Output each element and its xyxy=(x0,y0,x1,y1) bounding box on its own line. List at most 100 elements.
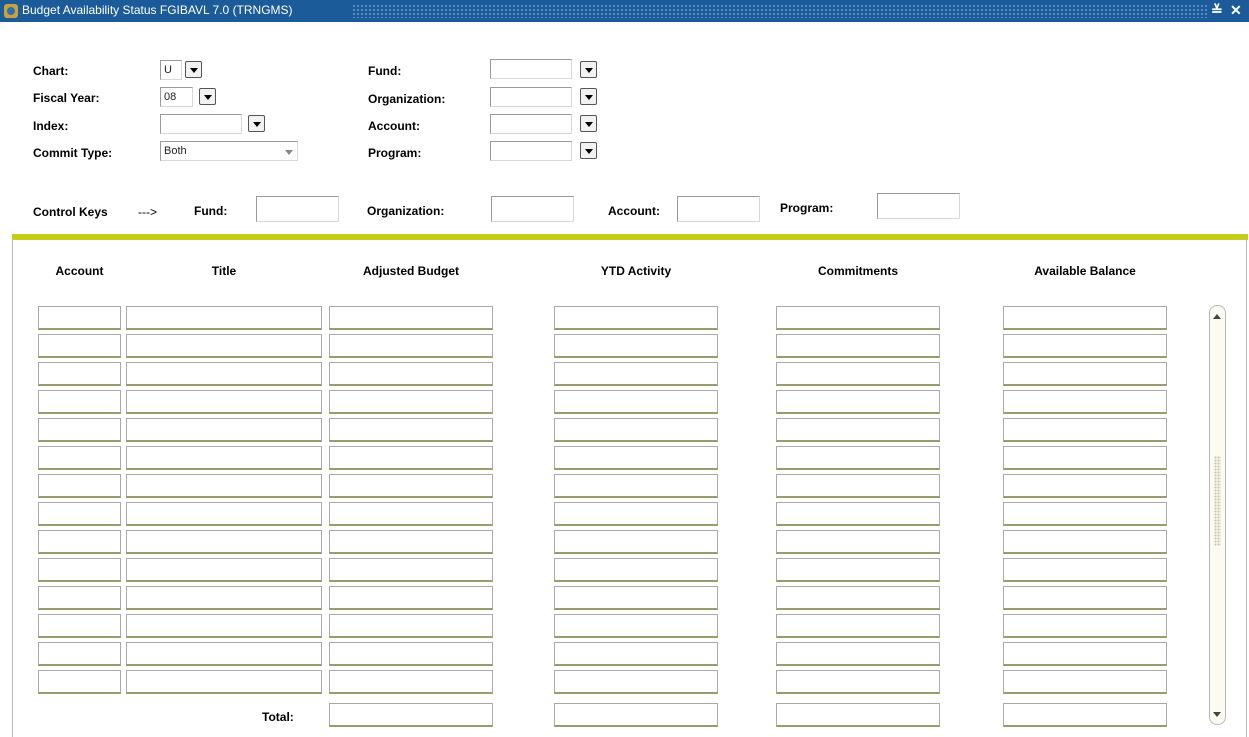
table-cell-available-balance[interactable] xyxy=(1003,586,1167,610)
index-dropdown-icon[interactable] xyxy=(248,115,265,132)
table-cell-title[interactable] xyxy=(126,670,322,694)
table-cell-title[interactable] xyxy=(126,474,322,498)
table-cell-adjusted-budget[interactable] xyxy=(329,474,493,498)
program-field[interactable] xyxy=(490,141,572,161)
chevron-down-icon[interactable] xyxy=(285,150,293,155)
program-dropdown-icon[interactable] xyxy=(580,142,597,159)
table-cell-adjusted-budget[interactable] xyxy=(329,586,493,610)
table-cell-title[interactable] xyxy=(126,614,322,638)
table-cell-available-balance[interactable] xyxy=(1003,446,1167,470)
fiscal-year-dropdown-icon[interactable] xyxy=(199,88,216,105)
table-cell-adjusted-budget[interactable] xyxy=(329,362,493,386)
control-fund-field[interactable] xyxy=(256,196,339,222)
table-cell-ytd-activity[interactable] xyxy=(554,474,718,498)
table-cell-available-balance[interactable] xyxy=(1003,642,1167,666)
table-cell-account[interactable] xyxy=(38,446,121,470)
table-cell-account[interactable] xyxy=(38,670,121,694)
table-cell-commitments[interactable] xyxy=(776,446,940,470)
table-scrollbar[interactable] xyxy=(1209,305,1226,725)
total-ytd-activity-field[interactable] xyxy=(554,703,718,727)
table-cell-available-balance[interactable] xyxy=(1003,418,1167,442)
table-cell-account[interactable] xyxy=(38,530,121,554)
table-cell-adjusted-budget[interactable] xyxy=(329,670,493,694)
control-account-field[interactable] xyxy=(677,196,760,222)
table-cell-commitments[interactable] xyxy=(776,306,940,330)
table-cell-title[interactable] xyxy=(126,502,322,526)
fund-field[interactable] xyxy=(490,59,572,79)
table-cell-commitments[interactable] xyxy=(776,670,940,694)
chart-field[interactable]: U xyxy=(160,60,182,80)
table-cell-adjusted-budget[interactable] xyxy=(329,334,493,358)
commit-type-select[interactable]: Both xyxy=(160,141,298,161)
chart-dropdown-icon[interactable] xyxy=(185,61,202,78)
table-cell-commitments[interactable] xyxy=(776,614,940,638)
total-adjusted-budget-field[interactable] xyxy=(329,703,493,727)
table-cell-ytd-activity[interactable] xyxy=(554,614,718,638)
account-dropdown-icon[interactable] xyxy=(580,115,597,132)
table-cell-commitments[interactable] xyxy=(776,418,940,442)
table-cell-account[interactable] xyxy=(38,614,121,638)
table-cell-title[interactable] xyxy=(126,362,322,386)
table-cell-account[interactable] xyxy=(38,586,121,610)
account-field[interactable] xyxy=(490,114,572,134)
table-cell-adjusted-budget[interactable] xyxy=(329,306,493,330)
table-cell-account[interactable] xyxy=(38,362,121,386)
table-cell-title[interactable] xyxy=(126,418,322,442)
scroll-up-icon[interactable] xyxy=(1213,310,1222,322)
table-cell-commitments[interactable] xyxy=(776,390,940,414)
table-cell-commitments[interactable] xyxy=(776,362,940,386)
table-cell-ytd-activity[interactable] xyxy=(554,390,718,414)
table-cell-ytd-activity[interactable] xyxy=(554,446,718,470)
table-cell-commitments[interactable] xyxy=(776,334,940,358)
table-cell-available-balance[interactable] xyxy=(1003,530,1167,554)
table-cell-title[interactable] xyxy=(126,390,322,414)
close-icon[interactable]: ✕ xyxy=(1230,2,1242,19)
scroll-grip[interactable] xyxy=(1214,456,1221,546)
table-cell-title[interactable] xyxy=(126,334,322,358)
control-program-field[interactable] xyxy=(877,193,960,219)
table-cell-available-balance[interactable] xyxy=(1003,306,1167,330)
control-organization-field[interactable] xyxy=(491,196,574,222)
table-cell-account[interactable] xyxy=(38,642,121,666)
table-cell-adjusted-budget[interactable] xyxy=(329,446,493,470)
table-cell-account[interactable] xyxy=(38,390,121,414)
table-cell-commitments[interactable] xyxy=(776,474,940,498)
scroll-down-icon[interactable] xyxy=(1213,708,1222,720)
organization-dropdown-icon[interactable] xyxy=(580,88,597,105)
fund-dropdown-icon[interactable] xyxy=(580,61,597,78)
table-cell-adjusted-budget[interactable] xyxy=(329,530,493,554)
table-cell-ytd-activity[interactable] xyxy=(554,418,718,442)
minimize-icon[interactable]: ≚ xyxy=(1211,2,1223,19)
table-cell-adjusted-budget[interactable] xyxy=(329,614,493,638)
table-cell-account[interactable] xyxy=(38,418,121,442)
table-cell-title[interactable] xyxy=(126,306,322,330)
index-field[interactable] xyxy=(160,114,242,134)
table-cell-commitments[interactable] xyxy=(776,530,940,554)
table-cell-commitments[interactable] xyxy=(776,558,940,582)
table-cell-available-balance[interactable] xyxy=(1003,614,1167,638)
table-cell-ytd-activity[interactable] xyxy=(554,362,718,386)
table-cell-commitments[interactable] xyxy=(776,642,940,666)
table-cell-available-balance[interactable] xyxy=(1003,334,1167,358)
table-cell-available-balance[interactable] xyxy=(1003,558,1167,582)
table-cell-title[interactable] xyxy=(126,446,322,470)
table-cell-available-balance[interactable] xyxy=(1003,362,1167,386)
table-cell-adjusted-budget[interactable] xyxy=(329,502,493,526)
fiscal-year-field[interactable]: 08 xyxy=(160,87,193,107)
table-cell-account[interactable] xyxy=(38,558,121,582)
table-cell-commitments[interactable] xyxy=(776,502,940,526)
total-available-balance-field[interactable] xyxy=(1003,703,1167,727)
table-cell-commitments[interactable] xyxy=(776,586,940,610)
table-cell-ytd-activity[interactable] xyxy=(554,642,718,666)
table-cell-account[interactable] xyxy=(38,502,121,526)
table-cell-account[interactable] xyxy=(38,474,121,498)
table-cell-adjusted-budget[interactable] xyxy=(329,418,493,442)
table-cell-adjusted-budget[interactable] xyxy=(329,558,493,582)
table-cell-title[interactable] xyxy=(126,642,322,666)
table-cell-ytd-activity[interactable] xyxy=(554,558,718,582)
table-cell-adjusted-budget[interactable] xyxy=(329,642,493,666)
table-cell-available-balance[interactable] xyxy=(1003,502,1167,526)
table-cell-ytd-activity[interactable] xyxy=(554,306,718,330)
table-cell-ytd-activity[interactable] xyxy=(554,670,718,694)
table-cell-available-balance[interactable] xyxy=(1003,474,1167,498)
